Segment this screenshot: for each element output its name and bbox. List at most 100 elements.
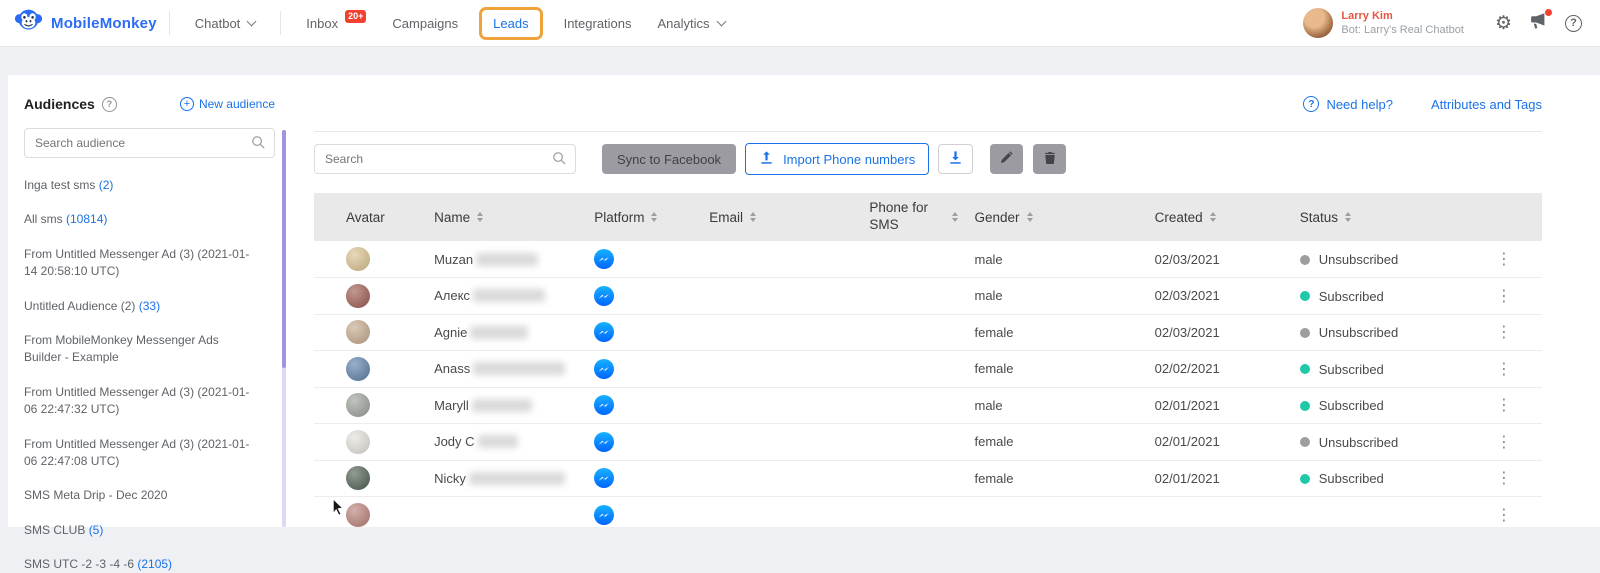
row-actions-button[interactable]: ⋮ bbox=[1490, 432, 1518, 453]
nav-item-campaigns[interactable]: Campaigns bbox=[392, 16, 458, 31]
column-header-phone-for-sms[interactable]: Phone for SMS bbox=[861, 193, 967, 241]
new-audience-label: New audience bbox=[198, 97, 275, 111]
sync-to-facebook-button[interactable]: Sync to Facebook bbox=[602, 144, 737, 174]
status-dot bbox=[1299, 327, 1310, 338]
audience-item[interactable]: SMS UTC -2 -3 -4 -6 (2105) bbox=[24, 556, 275, 573]
table-row[interactable]: ⋮ bbox=[314, 496, 1542, 527]
table-row[interactable]: Алекс male 02/03/2021 Subscribed ⋮ bbox=[314, 277, 1542, 315]
audience-label: From Untitled Messenger Ad (3) (2021-01-… bbox=[24, 384, 250, 417]
nav-item-integrations[interactable]: Integrations bbox=[564, 16, 632, 31]
lead-created: 02/01/2021 bbox=[1146, 460, 1292, 497]
audience-item[interactable]: All sms (10814) bbox=[24, 211, 275, 228]
need-help-link[interactable]: ? Need help? bbox=[1303, 96, 1393, 112]
status-label: Subscribed bbox=[1318, 361, 1384, 377]
audience-item[interactable]: From Untitled Messenger Ad (3) (2021-01-… bbox=[24, 384, 275, 419]
row-actions-button[interactable]: ⋮ bbox=[1490, 468, 1518, 489]
nav-label-analytics: Analytics bbox=[657, 15, 710, 31]
sort-icon bbox=[1209, 212, 1216, 222]
row-actions-button[interactable]: ⋮ bbox=[1490, 322, 1518, 343]
sort-icon bbox=[651, 212, 658, 222]
audience-item[interactable]: SMS CLUB (5) bbox=[24, 522, 275, 539]
audience-label: Untitled Audience (2) bbox=[24, 298, 139, 313]
nav-label-chatbot: Chatbot bbox=[194, 15, 241, 31]
status-dot bbox=[1300, 511, 1310, 521]
column-header-status[interactable]: Status bbox=[1291, 193, 1482, 241]
audience-label: SMS UTC -2 -3 -4 -6 bbox=[24, 557, 138, 572]
audience-item[interactable]: Untitled Audience (2) (33) bbox=[24, 298, 275, 315]
lead-email bbox=[701, 350, 862, 388]
redacted-name-blur bbox=[471, 398, 532, 412]
chevron-down-icon bbox=[246, 16, 257, 26]
lead-phone bbox=[861, 241, 967, 278]
nav-item-leads[interactable]: Leads bbox=[479, 6, 543, 40]
nav-item-inbox[interactable]: Inbox 20+ bbox=[306, 9, 367, 31]
avatar bbox=[346, 429, 370, 454]
table-row[interactable]: Jody C female 02/01/2021 Unsubscribed ⋮ bbox=[314, 423, 1542, 461]
column-header-name[interactable]: Name bbox=[426, 193, 587, 241]
audience-item[interactable]: From MobileMonkey Messenger Ads Builder … bbox=[24, 332, 275, 367]
audience-item[interactable]: SMS Meta Drip - Dec 2020 bbox=[24, 487, 275, 504]
audience-item[interactable]: Inga test sms (2) bbox=[24, 177, 275, 194]
announcements-button[interactable] bbox=[1529, 9, 1552, 34]
leads-toolbar: Sync to Facebook Import Phone numbers bbox=[314, 142, 1542, 176]
column-header-created[interactable]: Created bbox=[1146, 193, 1292, 241]
row-actions-button[interactable]: ⋮ bbox=[1490, 286, 1518, 307]
settings-button[interactable]: ⚙ bbox=[1495, 14, 1512, 33]
megaphone-icon bbox=[1529, 12, 1548, 34]
lead-gender: female bbox=[966, 350, 1147, 388]
row-actions-button[interactable]: ⋮ bbox=[1490, 505, 1518, 526]
scrollbar-thumb[interactable] bbox=[282, 130, 286, 369]
column-header-email[interactable]: Email bbox=[701, 193, 862, 241]
active-bot-label: Bot: Larry's Real Chatbot bbox=[1341, 24, 1464, 36]
audience-label: SMS CLUB bbox=[24, 522, 89, 537]
help-button[interactable]: ? bbox=[1565, 14, 1582, 32]
column-header-gender[interactable]: Gender bbox=[966, 193, 1147, 241]
audience-item[interactable]: From Untitled Messenger Ad (3) (2021-01-… bbox=[24, 246, 275, 281]
sort-icon bbox=[1345, 212, 1352, 222]
new-audience-button[interactable]: + New audience bbox=[179, 97, 275, 111]
search-icon bbox=[552, 151, 567, 171]
table-row[interactable]: Muzan male 02/03/2021 Unsubscribed ⋮ bbox=[314, 241, 1542, 278]
lead-name: Muzan bbox=[434, 251, 474, 267]
leads-search-input[interactable] bbox=[314, 144, 576, 174]
column-header-platform[interactable]: Platform bbox=[586, 193, 702, 241]
import-phone-numbers-button[interactable]: Import Phone numbers bbox=[745, 143, 930, 175]
delete-button[interactable] bbox=[1033, 144, 1067, 174]
nav-item-analytics[interactable]: Analytics bbox=[657, 15, 726, 31]
audiences-help-icon[interactable]: ? bbox=[101, 96, 117, 112]
lead-name: Nicky bbox=[434, 470, 466, 486]
audiences-sidebar: Audiences ? + New audience Inga test sms… bbox=[8, 75, 291, 571]
row-actions-button[interactable]: ⋮ bbox=[1490, 249, 1518, 270]
trash-icon bbox=[1044, 151, 1056, 168]
header-label: Avatar bbox=[346, 209, 385, 225]
user-name: Larry Kim bbox=[1341, 9, 1393, 22]
lead-email bbox=[701, 314, 862, 351]
edit-button[interactable] bbox=[990, 144, 1024, 174]
row-actions-button[interactable]: ⋮ bbox=[1490, 395, 1518, 416]
lead-phone bbox=[861, 314, 967, 351]
table-row[interactable]: Maryll male 02/01/2021 Subscribed ⋮ bbox=[314, 387, 1542, 424]
row-actions-button[interactable]: ⋮ bbox=[1490, 359, 1518, 380]
avatar bbox=[346, 466, 370, 491]
table-row[interactable]: Anass female 02/02/2021 Subscribed ⋮ bbox=[314, 350, 1542, 388]
lead-gender: male bbox=[966, 241, 1147, 278]
divider bbox=[314, 131, 1542, 132]
nav-item-chatbot[interactable]: Chatbot bbox=[194, 15, 257, 31]
audience-item[interactable]: From Untitled Messenger Ad (3) (2021-01-… bbox=[24, 436, 275, 471]
avatar bbox=[346, 283, 370, 308]
header-label: Status bbox=[1299, 209, 1339, 225]
user-menu[interactable]: Larry Kim Bot: Larry's Real Chatbot bbox=[1303, 8, 1464, 38]
sidebar-scrollbar[interactable] bbox=[282, 130, 286, 527]
attributes-and-tags-link[interactable]: Attributes and Tags bbox=[1431, 97, 1542, 112]
status-dot bbox=[1299, 254, 1310, 265]
lead-email bbox=[701, 496, 862, 527]
lead-created: 02/03/2021 bbox=[1146, 314, 1292, 351]
lead-gender bbox=[966, 496, 1147, 527]
table-row[interactable]: Nicky female 02/01/2021 Subscribed ⋮ bbox=[314, 460, 1542, 497]
table-row[interactable]: Agnie female 02/03/2021 Unsubscribed ⋮ bbox=[314, 314, 1542, 351]
audience-search-input[interactable] bbox=[24, 128, 275, 158]
export-download-button[interactable] bbox=[938, 144, 974, 174]
lead-created: 02/01/2021 bbox=[1146, 423, 1292, 461]
lead-name: Алекс bbox=[434, 288, 470, 304]
brand[interactable]: MobileMonkey bbox=[14, 6, 157, 40]
